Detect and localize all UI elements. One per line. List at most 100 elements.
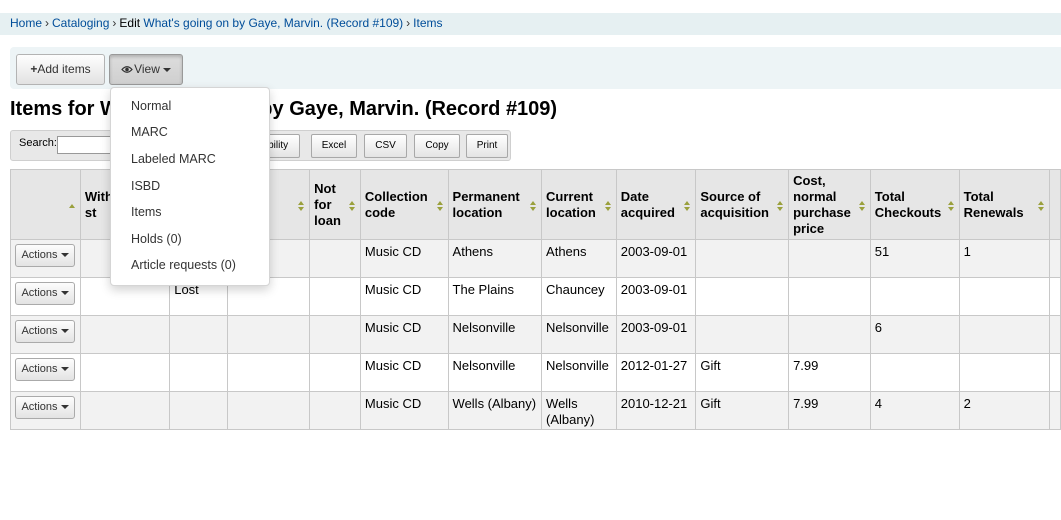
excel-button[interactable]: Excel	[311, 134, 357, 158]
column-header[interactable]	[10, 169, 81, 240]
actions-cell: Actions	[10, 315, 81, 354]
column-header[interactable]: Total Checkouts	[869, 169, 960, 240]
table-cell: Gift	[695, 353, 790, 392]
column-header[interactable]: Current location	[541, 169, 617, 240]
column-header-label: Cost, normal purchase price	[793, 172, 851, 236]
chevron-down-icon	[60, 253, 69, 258]
column-header[interactable]: Cost, normal purchase price	[788, 169, 871, 240]
table-row: Actions Music CD Nelsonville Nelsonville 200…	[10, 315, 1061, 354]
table-cell	[226, 315, 311, 354]
sort-icon	[947, 201, 955, 211]
table-cell: Wells (Albany)	[541, 391, 617, 430]
table-cell: 2010-12-21	[615, 391, 697, 430]
breadcrumb-items-link[interactable]: Items	[413, 16, 442, 30]
table-cell	[695, 315, 790, 354]
sort-icon	[604, 201, 612, 211]
view-menu-item[interactable]: Items	[131, 205, 162, 219]
breadcrumb-cataloging-link[interactable]: Cataloging	[52, 16, 109, 30]
column-header-label: Collection code	[364, 188, 428, 220]
table-cell: 1	[958, 239, 1050, 278]
table-cell: Nelsonville	[541, 315, 617, 354]
actions-label: Actions	[21, 401, 58, 413]
table-cell	[788, 277, 871, 316]
table-cell: 2003-09-01	[615, 239, 697, 278]
table-cell: 2003-09-01	[615, 315, 697, 354]
actions-label: Actions	[21, 249, 58, 261]
table-cell: Music CD	[359, 315, 449, 354]
table-cell: Music CD	[359, 353, 449, 392]
table-cell	[79, 315, 171, 354]
table-cell-overflow	[1048, 353, 1061, 392]
table-cell	[788, 315, 871, 354]
column-header[interactable]: Total Renewals	[958, 169, 1050, 240]
column-header-label: Total Checkouts	[874, 188, 942, 220]
table-cell: 2012-01-27	[615, 353, 697, 392]
table-cell	[169, 315, 228, 354]
actions-label: Actions	[21, 325, 58, 337]
column-header[interactable]: Not for loan	[309, 169, 361, 240]
view-menu-item[interactable]: ISBD	[131, 179, 160, 193]
breadcrumb-separator: ›	[112, 16, 117, 30]
copy-button[interactable]: Copy	[414, 134, 460, 158]
column-header-label: Source of acquisition	[700, 188, 769, 220]
eye-icon	[121, 66, 133, 74]
table-cell	[309, 239, 361, 278]
column-header-label: Total Renewals	[963, 188, 1024, 220]
table-cell: 7.99	[788, 353, 871, 392]
breadcrumb-separator: ›	[45, 16, 50, 30]
view-menu-item[interactable]: Labeled MARC	[131, 152, 216, 166]
actions-button[interactable]: Actions	[15, 282, 75, 305]
table-cell	[169, 391, 228, 430]
actions-label: Actions	[21, 287, 58, 299]
view-menu-item[interactable]: Normal	[131, 99, 171, 113]
table-cell: 7.99	[788, 391, 871, 430]
view-menu-item[interactable]: Holds (0)	[131, 232, 182, 246]
table-cell: 4	[869, 391, 960, 430]
column-header-overflow	[1048, 169, 1061, 240]
add-items-button[interactable]: +Add items	[16, 54, 105, 85]
view-label: View	[134, 62, 160, 76]
breadcrumb-separator: ›	[406, 16, 411, 30]
table-cell: Music CD	[359, 277, 449, 316]
column-header[interactable]: Collection code	[359, 169, 449, 240]
table-cell-overflow	[1048, 239, 1061, 278]
view-button[interactable]: View	[109, 54, 183, 85]
view-dropdown-menu: Normal MARC Labeled MARC ISBD Items Holds (0)…	[110, 87, 270, 286]
table-row: Actions Music CD Wells (Albany) Wells (Alba…	[10, 391, 1061, 430]
actions-button[interactable]: Actions	[15, 396, 75, 419]
sort-icon	[1037, 201, 1045, 211]
table-cell-overflow	[1048, 277, 1061, 316]
table-cell	[869, 277, 960, 316]
table-cell	[309, 277, 361, 316]
chevron-down-icon	[60, 367, 69, 372]
page-title: Items for What's going on by Gaye, Marvi…	[10, 98, 558, 120]
table-cell: Wells (Albany)	[447, 391, 543, 430]
column-header[interactable]: Date acquired	[615, 169, 697, 240]
csv-button[interactable]: CSV	[364, 134, 407, 158]
actions-button[interactable]: Actions	[15, 358, 75, 381]
table-cell-overflow	[1048, 315, 1061, 354]
column-header[interactable]: Permanent location	[447, 169, 543, 240]
view-menu-item[interactable]: MARC	[131, 125, 168, 139]
view-menu-item[interactable]: Article requests (0)	[131, 258, 236, 272]
actions-label: Actions	[21, 363, 58, 375]
table-cell	[79, 391, 171, 430]
chevron-down-icon	[60, 291, 69, 296]
breadcrumb: Home › Cataloging › Edit What's going on by …	[0, 13, 1061, 36]
actions-button[interactable]: Actions	[15, 320, 75, 343]
actions-cell: Actions	[10, 239, 81, 278]
table-cell: 6	[869, 315, 960, 354]
table-cell: Gift	[695, 391, 790, 430]
chevron-down-icon	[162, 67, 171, 72]
breadcrumb-record-link[interactable]: What's going on by Gaye, Marvin. (Record…	[143, 16, 403, 30]
actions-button[interactable]: Actions	[15, 244, 75, 267]
table-cell	[309, 391, 361, 430]
actions-cell: Actions	[10, 353, 81, 392]
breadcrumb-home-link[interactable]: Home	[10, 16, 42, 30]
column-header-label: Date acquired	[620, 188, 675, 220]
column-header[interactable]: Source of acquisition	[695, 169, 790, 240]
sort-icon	[68, 201, 76, 211]
table-cell	[309, 315, 361, 354]
print-button[interactable]: Print	[466, 134, 508, 158]
sort-icon	[777, 201, 784, 211]
